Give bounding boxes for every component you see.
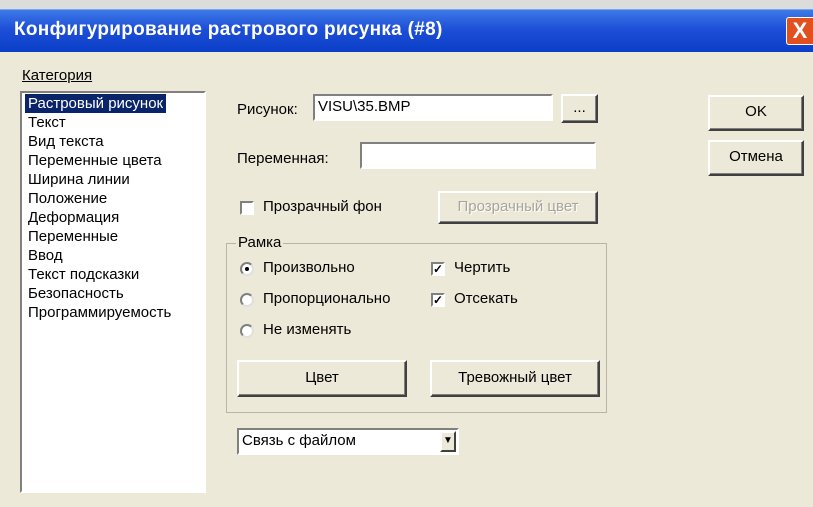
clip-checkbox[interactable]: ✓ [431, 293, 445, 307]
radio-keep-size[interactable] [240, 324, 254, 338]
browse-button[interactable]: ... [561, 94, 598, 123]
category-item-variable-colors[interactable]: Переменные цвета [25, 151, 165, 170]
category-item-deformation[interactable]: Деформация [25, 208, 122, 227]
category-item-text-style[interactable]: Вид текста [25, 132, 107, 151]
category-item-security[interactable]: Безопасность [25, 284, 127, 303]
draw-frame-label: Чертить [454, 259, 511, 276]
file-link-value: Связь с файлом [242, 432, 356, 449]
category-item-programmability[interactable]: Программируемость [25, 303, 174, 322]
dialog-window: Конфигурирование растрового рисунка (#8)… [0, 0, 813, 507]
variable-field[interactable] [360, 142, 596, 169]
frame-label: Рамка [236, 234, 284, 251]
transparent-color-button[interactable]: Прозрачный цвет [438, 191, 598, 224]
checkmark-icon: ✓ [433, 293, 444, 307]
close-icon: X [792, 18, 808, 43]
ok-button[interactable]: OK [708, 95, 804, 131]
category-item-input[interactable]: Ввод [25, 246, 66, 265]
radio-arbitrary[interactable] [240, 262, 254, 276]
category-item-raster-picture[interactable]: Растровый рисунок [25, 94, 167, 113]
cancel-button[interactable]: Отмена [708, 140, 804, 176]
category-item-line-width[interactable]: Ширина линии [25, 170, 133, 189]
transparent-background-checkbox[interactable] [240, 201, 254, 215]
category-item-text[interactable]: Текст [25, 113, 69, 132]
draw-frame-checkbox[interactable]: ✓ [431, 262, 445, 276]
radio-proportional[interactable] [240, 293, 254, 307]
alarm-color-button[interactable]: Тревожный цвет [430, 360, 600, 397]
checkmark-icon: ✓ [433, 262, 444, 276]
title-bar[interactable]: Конфигурирование растрового рисунка (#8)… [0, 9, 813, 52]
radio-keep-size-label: Не изменять [263, 321, 352, 338]
radio-dot-icon [245, 267, 249, 271]
clip-label: Отсекать [454, 290, 518, 307]
picture-path-field[interactable]: VISU\35.BMP [313, 94, 553, 121]
category-list[interactable]: Растровый рисунок Текст Вид текста Перем… [20, 91, 206, 493]
variable-label: Переменная: [237, 150, 329, 167]
picture-label: Рисунок: [237, 101, 298, 118]
chevron-down-icon[interactable]: ▼ [440, 431, 456, 452]
category-item-position[interactable]: Положение [25, 189, 110, 208]
category-item-tooltip-text[interactable]: Текст подсказки [25, 265, 142, 284]
radio-arbitrary-label: Произвольно [263, 259, 355, 276]
window-title: Конфигурирование растрового рисунка (#8) [14, 19, 443, 40]
close-button[interactable]: X [786, 17, 813, 45]
background-strip [0, 0, 813, 9]
transparent-background-label: Прозрачный фон [263, 198, 382, 215]
category-item-variables[interactable]: Переменные [25, 227, 121, 246]
category-label: Категория [22, 67, 93, 84]
color-button[interactable]: Цвет [237, 360, 407, 397]
file-link-dropdown[interactable]: Связь с файлом ▼ [237, 428, 459, 455]
radio-proportional-label: Пропорционально [263, 290, 391, 307]
